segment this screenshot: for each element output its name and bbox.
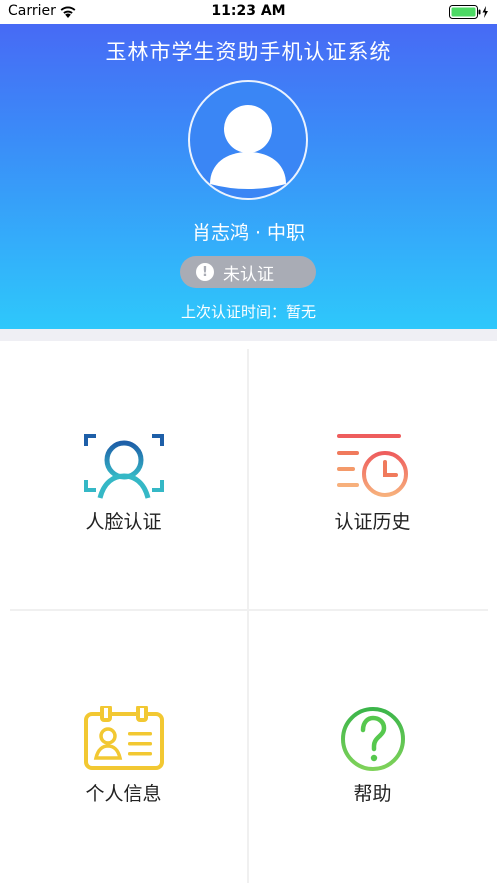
help-label: 帮助 (353, 783, 392, 805)
section-separator (0, 329, 497, 341)
app-title: 玉林市学生资助手机认证系统 (105, 40, 392, 64)
personal-info-label: 个人信息 (85, 783, 162, 805)
battery-charging-icon (449, 4, 489, 24)
personal-info-button[interactable]: 个人信息 (0, 611, 247, 881)
last-auth-time: 上次认证时间：暂无 (180, 303, 316, 321)
warning-icon: ! (196, 263, 214, 281)
help-button[interactable]: 帮助 (249, 611, 496, 881)
face-scan-icon (83, 434, 164, 499)
id-card-icon (83, 706, 164, 770)
auth-status-badge: ! 未认证 (180, 256, 316, 288)
status-bar: Carrier 11:23 AM (0, 0, 497, 24)
face-auth-button[interactable]: 人脸认证 (0, 341, 247, 611)
auth-status-label: 未认证 (223, 264, 274, 285)
clock-label: 11:23 AM (211, 3, 286, 19)
auth-history-button[interactable]: 认证历史 (249, 341, 496, 611)
face-auth-label: 人脸认证 (85, 511, 162, 533)
menu-grid: 人脸认证 认证历史 个人信息 帮助 (0, 341, 497, 883)
user-name-level: 肖志鸿 · 中职 (191, 222, 306, 244)
user-avatar-icon[interactable] (188, 80, 308, 200)
help-question-icon (340, 707, 405, 771)
history-clock-icon (336, 434, 408, 497)
auth-history-label: 认证历史 (334, 511, 411, 533)
header-banner: Carrier 11:23 AM 玉林市学生资助手机认证系统 肖志鸿 · 中职 (0, 0, 497, 329)
